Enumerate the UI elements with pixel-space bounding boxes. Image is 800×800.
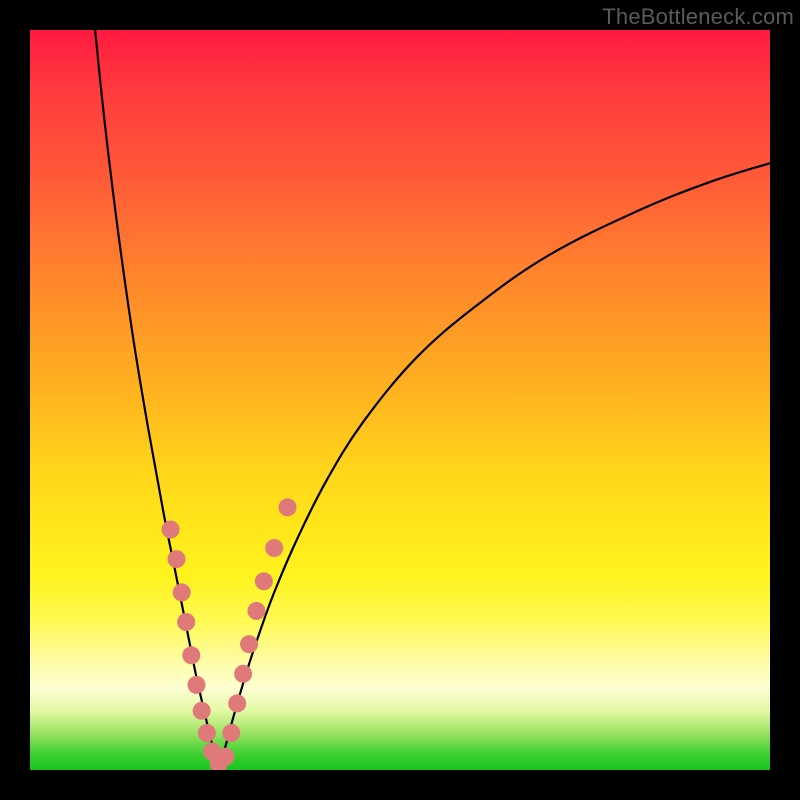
data-marker bbox=[279, 498, 297, 516]
data-marker bbox=[247, 602, 265, 620]
data-marker bbox=[222, 724, 240, 742]
watermark-text: TheBottleneck.com bbox=[602, 4, 794, 30]
data-marker bbox=[255, 572, 273, 590]
markers-group bbox=[162, 498, 297, 770]
chart-svg bbox=[30, 30, 770, 770]
data-marker bbox=[234, 665, 252, 683]
data-marker bbox=[182, 646, 200, 664]
data-marker bbox=[228, 694, 246, 712]
data-marker bbox=[168, 550, 186, 568]
data-marker bbox=[188, 676, 206, 694]
plot-area bbox=[30, 30, 770, 770]
data-marker bbox=[198, 724, 216, 742]
data-marker bbox=[177, 613, 195, 631]
data-marker bbox=[240, 635, 258, 653]
data-marker bbox=[193, 702, 211, 720]
chart-frame: TheBottleneck.com bbox=[0, 0, 800, 800]
data-marker bbox=[162, 521, 180, 539]
curve-right_branch bbox=[219, 163, 770, 767]
data-marker bbox=[173, 583, 191, 601]
data-marker bbox=[216, 748, 234, 766]
data-marker bbox=[265, 539, 283, 557]
